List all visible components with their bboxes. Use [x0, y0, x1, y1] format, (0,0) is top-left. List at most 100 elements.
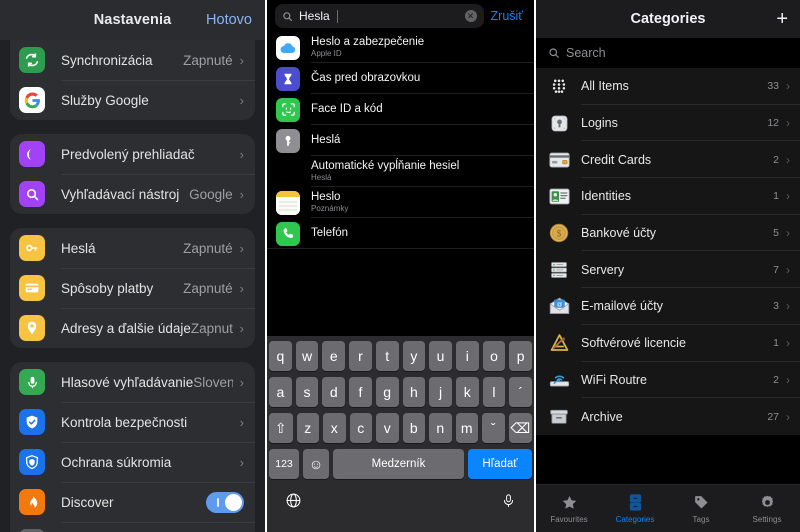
- backspace-key[interactable]: ⌫: [508, 413, 532, 443]
- key-f[interactable]: f: [349, 377, 372, 407]
- search-result-row[interactable]: Automatické vypĺňanie hesiel Heslá: [267, 156, 534, 187]
- shift-key[interactable]: ⇧: [269, 413, 293, 443]
- key-o[interactable]: o: [482, 341, 506, 371]
- chevron-right-icon: ›: [239, 186, 244, 202]
- category-row-software-licenses[interactable]: Softvérové licencie 1 ›: [536, 325, 800, 362]
- search-result-row[interactable]: Čas pred obrazovkou: [267, 63, 534, 94]
- key-n[interactable]: n: [429, 413, 452, 443]
- settings-row-safety-check[interactable]: Kontrola bezpečnosti ›: [10, 402, 255, 442]
- category-row-all-items[interactable]: All Items 33 ›: [536, 68, 800, 105]
- microphone-icon[interactable]: [501, 492, 516, 509]
- settings-row-google-services[interactable]: Služby Google ›: [10, 80, 255, 120]
- key-m[interactable]: m: [455, 413, 478, 443]
- settings-row-payment-methods[interactable]: Spôsoby platby Zapnuté ›: [10, 268, 255, 308]
- bank-account-icon: $: [548, 222, 570, 244]
- key-r[interactable]: r: [349, 341, 372, 371]
- search-result-row[interactable]: Telefón: [267, 218, 534, 249]
- keyboard-bottom-bar: [269, 485, 532, 515]
- search-result-row[interactable]: Heslo Poznámky: [267, 187, 534, 218]
- key-u[interactable]: u: [429, 341, 452, 371]
- key-w[interactable]: w: [295, 341, 319, 371]
- safety-check-icon: [19, 409, 45, 435]
- search-result-row[interactable]: Face ID a kód: [267, 94, 534, 125]
- settings-row-addresses[interactable]: Adresy a ďalšie údaje Zapnuté ›: [10, 308, 255, 348]
- settings-row-languages[interactable]: 文 A Jazyky ›: [10, 522, 255, 532]
- key-c[interactable]: c: [349, 413, 372, 443]
- search-query-text: Hesla: [299, 9, 330, 23]
- key-d[interactable]: d: [322, 377, 346, 407]
- category-label: Credit Cards: [581, 152, 652, 167]
- key-g[interactable]: g: [375, 377, 399, 407]
- category-row-email-accounts[interactable]: @ E-mailové účty 3 ›: [536, 288, 800, 325]
- key-k[interactable]: k: [455, 377, 479, 407]
- settings-row-discover[interactable]: Discover: [10, 482, 255, 522]
- space-key[interactable]: Medzerník: [333, 449, 464, 479]
- key-b[interactable]: b: [402, 413, 425, 443]
- keyboard-row-2: a s d f g h j k l ´: [268, 377, 533, 407]
- settings-row-passwords[interactable]: Heslá Zapnuté ›: [10, 228, 255, 268]
- settings-row-sync[interactable]: Synchronizácia Zapnuté ›: [10, 40, 255, 80]
- category-row-logins[interactable]: Logins 12 ›: [536, 105, 800, 142]
- privacy-shield-icon: [19, 449, 45, 475]
- key-s[interactable]: s: [295, 377, 319, 407]
- svg-text:@: @: [556, 302, 562, 308]
- settings-row-search-engine[interactable]: Vyhľadávací nástroj Google ›: [10, 174, 255, 214]
- key-i[interactable]: i: [455, 341, 479, 371]
- key-t[interactable]: t: [375, 341, 399, 371]
- notes-icon: [276, 190, 300, 215]
- clear-circle-icon[interactable]: ✕: [464, 10, 477, 22]
- settings-row-default-browser[interactable]: Predvolený prehliadač ›: [10, 134, 255, 174]
- tab-favourites[interactable]: Favourites: [536, 494, 602, 524]
- chevron-right-icon: ›: [239, 146, 244, 162]
- settings-row-label: Vyhľadávací nástroj: [61, 186, 180, 202]
- add-item-button[interactable]: +: [776, 9, 788, 29]
- key-z[interactable]: z: [296, 413, 319, 443]
- middle-panel-ios-spotlight: Hesla ✕ Zrušiť Heslo a zabezpečenie Appl…: [267, 0, 534, 532]
- tab-settings[interactable]: Settings: [734, 494, 800, 524]
- category-row-credit-cards[interactable]: Credit Cards 2 ›: [536, 141, 800, 178]
- key-e[interactable]: e: [322, 341, 346, 371]
- key-p[interactable]: p: [509, 341, 533, 371]
- numbers-key[interactable]: 123: [269, 449, 299, 479]
- svg-text:$: $: [557, 229, 562, 239]
- search-go-key[interactable]: Hľadať: [468, 449, 532, 479]
- ios-keyboard[interactable]: q w e r t y u i o p a s d f g h j k l ´ …: [267, 336, 534, 532]
- search-bar[interactable]: Search: [536, 38, 800, 68]
- chevron-right-icon: ›: [786, 116, 790, 131]
- discover-toggle[interactable]: [206, 491, 244, 513]
- category-row-bank-accounts[interactable]: $ Bankové účty 5 ›: [536, 215, 800, 252]
- chevron-right-icon: ›: [239, 92, 244, 108]
- category-row-wifi-routers[interactable]: WiFi Routre 2 ›: [536, 362, 800, 399]
- category-label: Archive: [581, 409, 623, 424]
- emoji-key[interactable]: ☺: [303, 449, 329, 479]
- chevron-right-icon: ›: [239, 454, 244, 470]
- key-caron[interactable]: ˇ: [482, 413, 505, 443]
- settings-row-voice-search[interactable]: Hlasové vyhľadávanie Slovenčina (... ›: [10, 362, 255, 402]
- search-input[interactable]: Hesla ✕: [275, 4, 484, 28]
- chevron-right-icon: ›: [786, 79, 790, 94]
- key-y[interactable]: y: [402, 341, 426, 371]
- key-h[interactable]: h: [402, 377, 426, 407]
- settings-scroll-area[interactable]: Synchronizácia Zapnuté › Služby Google ›…: [0, 40, 265, 532]
- settings-row-privacy[interactable]: Ochrana súkromia ›: [10, 442, 255, 482]
- category-label: Bankové účty: [581, 226, 657, 241]
- search-result-row[interactable]: Heslá: [267, 125, 534, 156]
- globe-icon[interactable]: [285, 492, 302, 509]
- key-l[interactable]: l: [482, 377, 506, 407]
- key-a[interactable]: a: [268, 377, 292, 407]
- tab-categories[interactable]: Categories: [602, 494, 668, 524]
- key-v[interactable]: v: [376, 413, 399, 443]
- cancel-button[interactable]: Zrušiť: [491, 9, 526, 23]
- key-q[interactable]: q: [268, 341, 292, 371]
- tab-tags[interactable]: Tags: [668, 494, 734, 524]
- category-row-servers[interactable]: Servery 7 ›: [536, 251, 800, 288]
- category-row-identities[interactable]: Identities 1 ›: [536, 178, 800, 215]
- category-row-archive[interactable]: Archive 27 ›: [536, 398, 800, 435]
- search-result-row[interactable]: Heslo a zabezpečenie Apple ID: [267, 32, 534, 63]
- chevron-right-icon: ›: [239, 414, 244, 430]
- key-j[interactable]: j: [429, 377, 452, 407]
- category-count: 5: [773, 227, 779, 240]
- key-x[interactable]: x: [323, 413, 346, 443]
- done-button[interactable]: Hotovo: [206, 12, 252, 28]
- key-acute-accent[interactable]: ´: [509, 377, 533, 407]
